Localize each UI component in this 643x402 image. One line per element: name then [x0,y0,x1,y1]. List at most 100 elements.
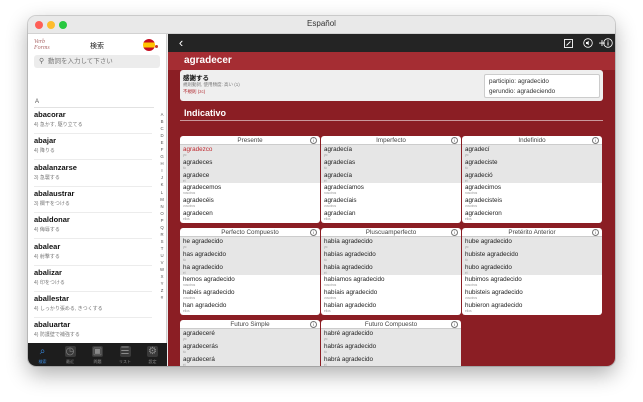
conjugation-row[interactable]: agradecimos nosotros [465,184,599,195]
info-icon[interactable]: i [592,229,599,236]
conjugation-row[interactable]: agradecen ellos [183,210,317,221]
search-box[interactable]: ⚲ [34,55,160,68]
index-letter[interactable]: T [158,245,166,252]
plus-icon[interactable]: + [596,36,608,50]
conjugation-row[interactable]: hemos agradecido nosotros [183,276,317,287]
conjugation-row[interactable]: agradecía yo [324,146,458,157]
index-letter[interactable]: C [158,125,166,132]
info-icon[interactable]: i [451,137,458,144]
index-letter[interactable]: M [158,196,166,203]
info-icon[interactable]: i [310,229,317,236]
info-icon[interactable]: i [592,137,599,144]
list-item[interactable]: abaluartar 4) 防護壁で補強する [34,318,152,345]
info-icon[interactable]: i [310,321,317,328]
edit-icon[interactable] [562,36,574,50]
index-letter[interactable]: G [158,153,166,160]
conjugation-row[interactable]: hubisteis agradecido vosotros [465,289,599,300]
list-item[interactable]: aballestar 4) しっかり張める, きつくする [34,292,152,319]
info-icon[interactable]: i [451,321,458,328]
index-letter[interactable]: E [158,139,166,146]
conjugation-row[interactable]: he agradecido yo [183,238,317,249]
conjugation-row[interactable]: agradecía él [324,172,458,183]
conjugation-row[interactable]: agradeces tú [183,159,317,170]
conjugation-row[interactable]: habrá agradecido él [324,356,458,366]
index-letter[interactable]: O [158,210,166,217]
list-item[interactable]: abalear 4) 射撃する [34,240,152,266]
index-letter[interactable]: W [158,266,166,273]
tab-settings[interactable]: ⚙ 設定 [139,343,166,366]
conjugation-row[interactable]: hube agradecido yo [465,238,599,249]
tab-recent[interactable]: ◷ 最近 [57,343,84,366]
index-letter[interactable]: Z [158,287,166,294]
index-letter[interactable]: B [158,118,166,125]
list-item[interactable]: abalaustrar 3) 欄干をつける [34,187,152,213]
index-letter[interactable]: I [158,167,166,174]
chevron-left-icon[interactable]: ‹ [174,36,188,50]
index-letter[interactable]: # [158,294,166,301]
list-item[interactable]: abalizar 4) 印をつける [34,266,152,292]
conjugation-row[interactable]: habéis agradecido vosotros [183,289,317,300]
conjugation-row[interactable]: hubiste agradecido tú [465,251,599,262]
index-letter[interactable]: A [158,111,166,118]
conjugation-row[interactable]: había agradecido él [324,264,458,275]
list-item[interactable]: abalanzarse 3) 急襲する [34,161,152,187]
conjugation-row[interactable]: agradece él [183,172,317,183]
alphabet-index[interactable]: A B C D E F G H I J K L M N O P Q R S T U V W X Y Z # [158,111,166,301]
info-icon[interactable]: i [451,229,458,236]
conjugation-row[interactable]: había agradecido yo [324,238,458,249]
conjugation-row[interactable]: hubo agradecido él [465,264,599,275]
index-letter[interactable]: X [158,273,166,280]
conjugation-row[interactable]: agradecías tú [324,159,458,170]
index-letter[interactable]: U [158,252,166,259]
conjugation-row[interactable]: habíamos agradecido nosotros [324,276,458,287]
conjugation-row[interactable]: agradezco yo [183,146,317,157]
list-item[interactable]: abajar 4) 降りる [34,134,152,161]
conjugation-row[interactable]: agradecíamos nosotros [324,184,458,195]
conjugation-row[interactable]: agradecerás tú [183,343,317,354]
conjugation-row[interactable]: has agradecido tú [183,251,317,262]
conjugation-row[interactable]: habías agradecido tú [324,251,458,262]
conjugation-row[interactable]: agradecéis vosotros [183,197,317,208]
index-letter[interactable]: P [158,217,166,224]
conjugation-row[interactable]: hubieron agradecido ellos [465,302,599,313]
conjugation-row[interactable]: ha agradecido él [183,264,317,275]
tab-list[interactable]: ☰ リスト [112,343,139,366]
index-letter[interactable]: K [158,181,166,188]
conjugation-row[interactable]: agradecíais vosotros [324,197,458,208]
index-letter[interactable]: D [158,132,166,139]
index-letter[interactable]: H [158,160,166,167]
conjugation-row[interactable]: agradecían ellos [324,210,458,221]
speaker-icon[interactable] [582,36,594,50]
conjugation-row[interactable]: agradecerá él [183,356,317,366]
list-item[interactable]: abaldonar 4) 侮辱する [34,213,152,240]
conjugation-row[interactable]: habrás agradecido tú [324,343,458,354]
conjugation-row[interactable]: agradecisteis vosotros [465,197,599,208]
conjugation-row[interactable]: habían agradecido ellos [324,302,458,313]
index-letter[interactable]: Q [158,224,166,231]
index-letter[interactable]: L [158,189,166,196]
conjugation-row[interactable]: agradeció él [465,172,599,183]
conjugation-row[interactable]: agradecemos nosotros [183,184,317,195]
index-letter[interactable]: R [158,231,166,238]
list-item[interactable]: abacorar 4) 急かす, 駆り立てる [34,108,152,134]
spain-flag-icon[interactable] [143,39,155,51]
tab-search[interactable]: ⌕ 検索 [29,343,56,366]
index-letter[interactable]: S [158,238,166,245]
search-input[interactable] [48,56,153,67]
conjugation-row[interactable]: hubimos agradecido nosotros [465,276,599,287]
conjugation-row[interactable]: agradeciste tú [465,159,599,170]
info-icon[interactable]: i [310,137,317,144]
index-letter[interactable]: Y [158,280,166,287]
tab-quiz[interactable]: ▣ 問題 [84,343,111,366]
index-letter[interactable]: F [158,146,166,153]
index-letter[interactable]: J [158,174,166,181]
index-letter[interactable]: V [158,259,166,266]
conjugation-row[interactable]: han agradecido ellos [183,302,317,313]
conjugation-row[interactable]: agradecí yo [465,146,599,157]
tense-card: Pretérito Anterior i hube agradecido yo hubi… [462,228,602,315]
index-letter[interactable]: N [158,203,166,210]
conjugation-row[interactable]: habré agradecido yo [324,330,458,341]
conjugation-row[interactable]: agradecieron ellos [465,210,599,221]
conjugation-row[interactable]: habíais agradecido vosotros [324,289,458,300]
conjugation-row[interactable]: agradeceré yo [183,330,317,341]
